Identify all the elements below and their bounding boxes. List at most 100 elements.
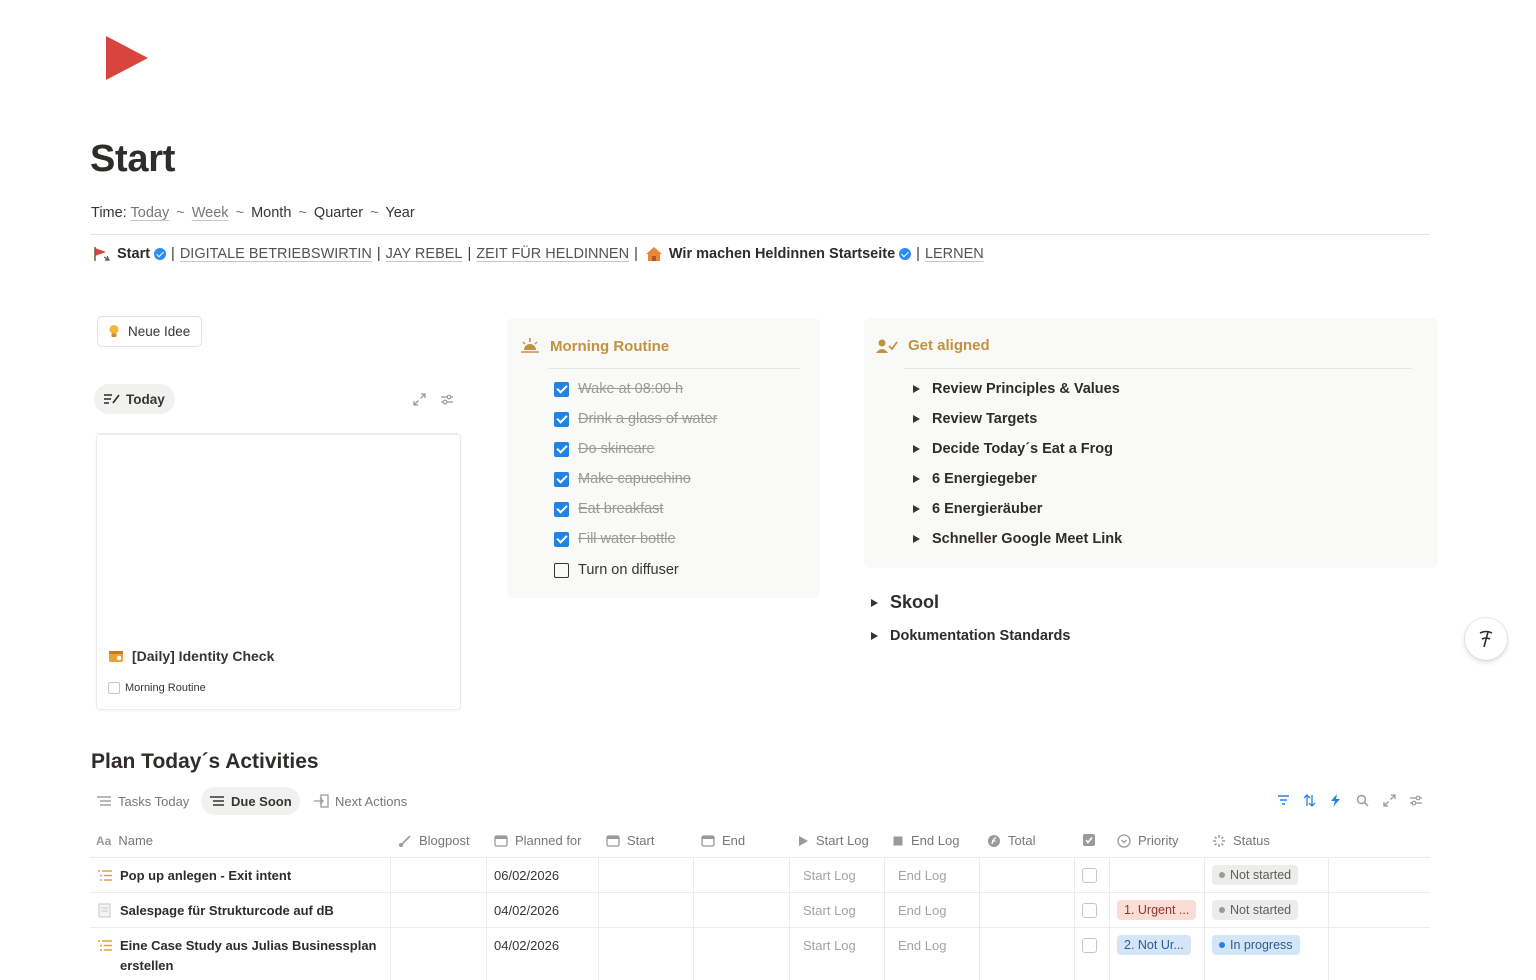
col-header-end[interactable]: End (701, 833, 745, 848)
checkbox-checked[interactable] (554, 471, 569, 487)
floating-assistant-button[interactable] (1465, 618, 1507, 660)
nav-lernen[interactable]: LERNEN (925, 246, 984, 262)
nav-zeit-fuer-heldinnen[interactable]: ZEIT FÜR HELDINNEN (476, 246, 629, 262)
card-checkbox[interactable] (108, 682, 120, 694)
nav-start[interactable]: Start (117, 246, 150, 262)
triangle-right-icon[interactable] (913, 415, 920, 423)
neue-idee-button[interactable]: Neue Idee (97, 316, 202, 347)
tab-today[interactable]: Today (94, 384, 175, 414)
row-checkbox[interactable] (1082, 938, 1097, 953)
cell-end-log[interactable]: End Log (898, 868, 946, 883)
cell-start-log[interactable]: Start Log (803, 903, 856, 918)
toggle-item[interactable]: Decide Today´s Eat a Frog (913, 441, 1113, 457)
card-title[interactable]: [Daily] Identity Check (108, 648, 274, 664)
todo-item[interactable]: Wake at 08:00 h (554, 381, 683, 397)
toggle-item[interactable]: 6 Energiegeber (913, 471, 1037, 487)
tab-next-actions[interactable]: Next Actions (305, 787, 415, 815)
todo-item[interactable]: Do skincare (554, 441, 655, 457)
table-row-name[interactable]: Salespage für Strukturcode auf dB (97, 901, 334, 921)
tab-tasks-today[interactable]: Tasks Today (88, 787, 197, 815)
col-header-name[interactable]: Aa Name (96, 833, 153, 848)
filter-icon[interactable] (1277, 794, 1290, 806)
time-link-week[interactable]: Week (192, 205, 229, 221)
triangle-right-icon[interactable] (913, 505, 920, 513)
triangle-right-icon[interactable] (871, 632, 878, 640)
settings-sliders-icon[interactable] (1409, 794, 1423, 807)
row-checkbox[interactable] (1082, 903, 1097, 918)
row-name-line2: erstellen (120, 958, 174, 973)
toggle-item[interactable]: Review Targets (913, 411, 1037, 427)
status-badge[interactable]: In progress (1212, 935, 1300, 955)
expand-icon[interactable] (413, 393, 426, 406)
triangle-right-icon[interactable] (913, 385, 920, 393)
morning-routine-title: Morning Routine (550, 337, 670, 355)
text-property-icon: Aa (96, 833, 112, 848)
gallery-card[interactable] (96, 434, 461, 710)
col-header-done[interactable] (1082, 833, 1096, 847)
col-header-planned[interactable]: Planned for (494, 833, 582, 848)
toggle-item[interactable]: 6 Energieräuber (913, 501, 1042, 517)
triangle-right-icon[interactable] (913, 535, 920, 543)
triangle-right-icon[interactable] (913, 475, 920, 483)
calendar-card-icon (108, 649, 124, 663)
expand-icon[interactable] (1383, 794, 1396, 807)
priority-badge[interactable]: 2. Not Ur... (1117, 935, 1191, 955)
time-link-today[interactable]: Today (131, 205, 170, 221)
nav-digitale-betriebswirtin[interactable]: DIGITALE BETRIEBSWIRTIN (180, 246, 372, 262)
col-header-start[interactable]: Start (606, 833, 654, 848)
todo-item[interactable]: Drink a glass of water (554, 411, 717, 427)
col-header-end-log[interactable]: End Log (892, 833, 959, 848)
tab-due-soon[interactable]: Due Soon (201, 787, 300, 815)
checkbox-checked[interactable] (554, 381, 569, 397)
status-label: Not started (1230, 868, 1292, 882)
settings-sliders-icon[interactable] (440, 393, 454, 406)
toggle-item[interactable]: Review Principles & Values (913, 381, 1120, 397)
todo-item[interactable]: Fill water bottle (554, 531, 676, 547)
time-sep: ~ (298, 205, 307, 221)
col-header-start-log[interactable]: Start Log (797, 833, 869, 848)
todo-item[interactable]: Eat breakfast (554, 501, 663, 517)
cell-start-log[interactable]: Start Log (803, 868, 856, 883)
cell-start-log[interactable]: Start Log (803, 938, 856, 953)
cell-planned[interactable]: 04/02/2026 (494, 903, 559, 918)
status-label: Not started (1230, 903, 1292, 917)
checkbox-checked[interactable] (554, 441, 569, 457)
sort-icon[interactable] (1303, 794, 1316, 807)
triangle-right-icon[interactable] (871, 598, 878, 607)
col-header-total[interactable]: Total (987, 833, 1035, 848)
cell-planned[interactable]: 06/02/2026 (494, 868, 559, 883)
table-row-name[interactable]: Pop up anlegen - Exit intent (97, 866, 291, 886)
nav-separator: | (634, 246, 638, 262)
row-checkbox[interactable] (1082, 868, 1097, 883)
todo-item[interactable]: Make capucchino (554, 471, 691, 487)
col-header-status[interactable]: Status (1212, 833, 1270, 848)
toggle-skool[interactable]: Skool (871, 592, 939, 613)
checkbox-checked[interactable] (554, 501, 569, 517)
toggle-label: Schneller Google Meet Link (932, 531, 1123, 547)
nav-heldinnen-startseite[interactable]: Wir machen Heldinnen Startseite (669, 246, 895, 262)
row-name-label: Pop up anlegen - Exit intent (120, 868, 292, 883)
col-header-priority[interactable]: Priority (1117, 833, 1178, 848)
checkbox-checked[interactable] (554, 411, 569, 427)
cell-planned[interactable]: 04/02/2026 (494, 938, 559, 953)
col-header-blogpost[interactable]: Blogpost (398, 833, 470, 848)
toggle-item[interactable]: Schneller Google Meet Link (913, 531, 1122, 547)
status-badge[interactable]: Not started (1212, 865, 1299, 885)
nav-separator: | (376, 246, 381, 262)
get-aligned-heading: Get aligned (876, 337, 990, 354)
table-row-name[interactable]: Eine Case Study aus Julias Businessplan e… (97, 936, 376, 976)
search-icon[interactable] (1356, 794, 1369, 807)
priority-label: 2. Not Ur... (1124, 938, 1184, 952)
nav-jay-rebel[interactable]: JAY REBEL (386, 246, 463, 262)
checkbox-unchecked[interactable] (554, 562, 569, 578)
todo-item[interactable]: Turn on diffuser (554, 562, 679, 578)
priority-badge[interactable]: 1. Urgent ... (1117, 900, 1197, 920)
triangle-right-icon[interactable] (913, 445, 920, 453)
time-sep: ~ (370, 205, 379, 221)
lightning-icon[interactable] (1330, 794, 1341, 807)
status-badge[interactable]: Not started (1212, 900, 1299, 920)
cell-end-log[interactable]: End Log (898, 938, 946, 953)
checkbox-checked[interactable] (554, 531, 569, 547)
cell-end-log[interactable]: End Log (898, 903, 946, 918)
toggle-dokumentation[interactable]: Dokumentation Standards (871, 628, 1070, 644)
